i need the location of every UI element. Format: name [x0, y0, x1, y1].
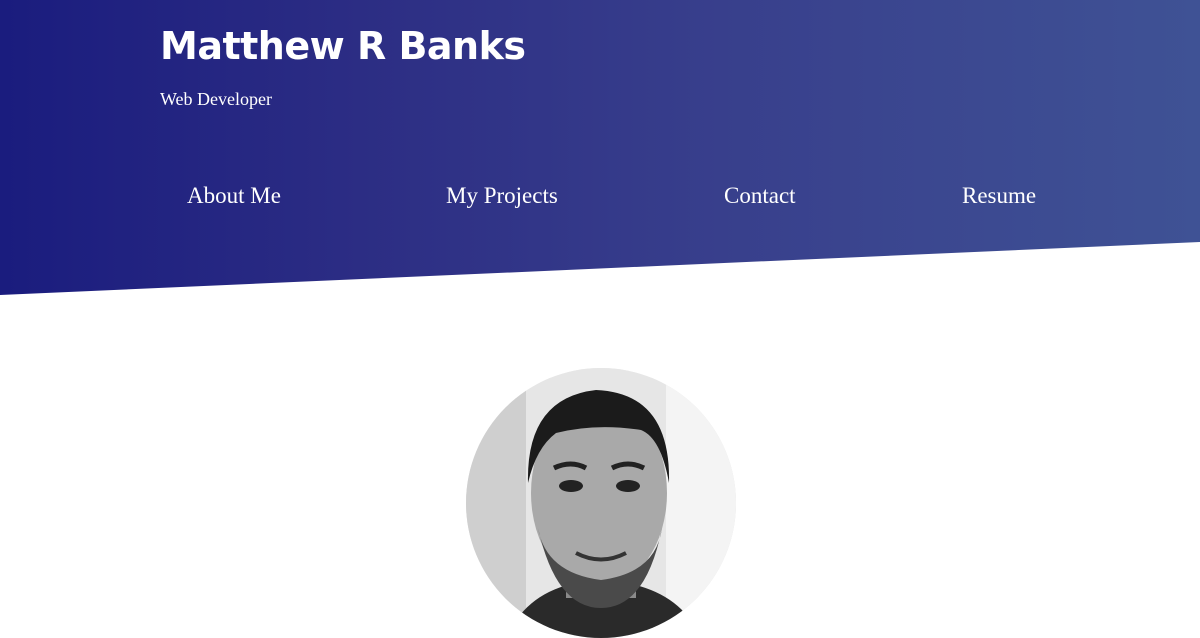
site-title: Matthew R Banks	[160, 24, 526, 68]
nav-about-me[interactable]: About Me	[187, 183, 281, 209]
person-portrait-icon	[466, 368, 736, 638]
nav-contact[interactable]: Contact	[724, 183, 796, 209]
profile-photo	[466, 368, 736, 638]
nav-resume[interactable]: Resume	[962, 183, 1036, 209]
site-subtitle: Web Developer	[160, 89, 272, 109]
nav-my-projects[interactable]: My Projects	[446, 183, 558, 209]
